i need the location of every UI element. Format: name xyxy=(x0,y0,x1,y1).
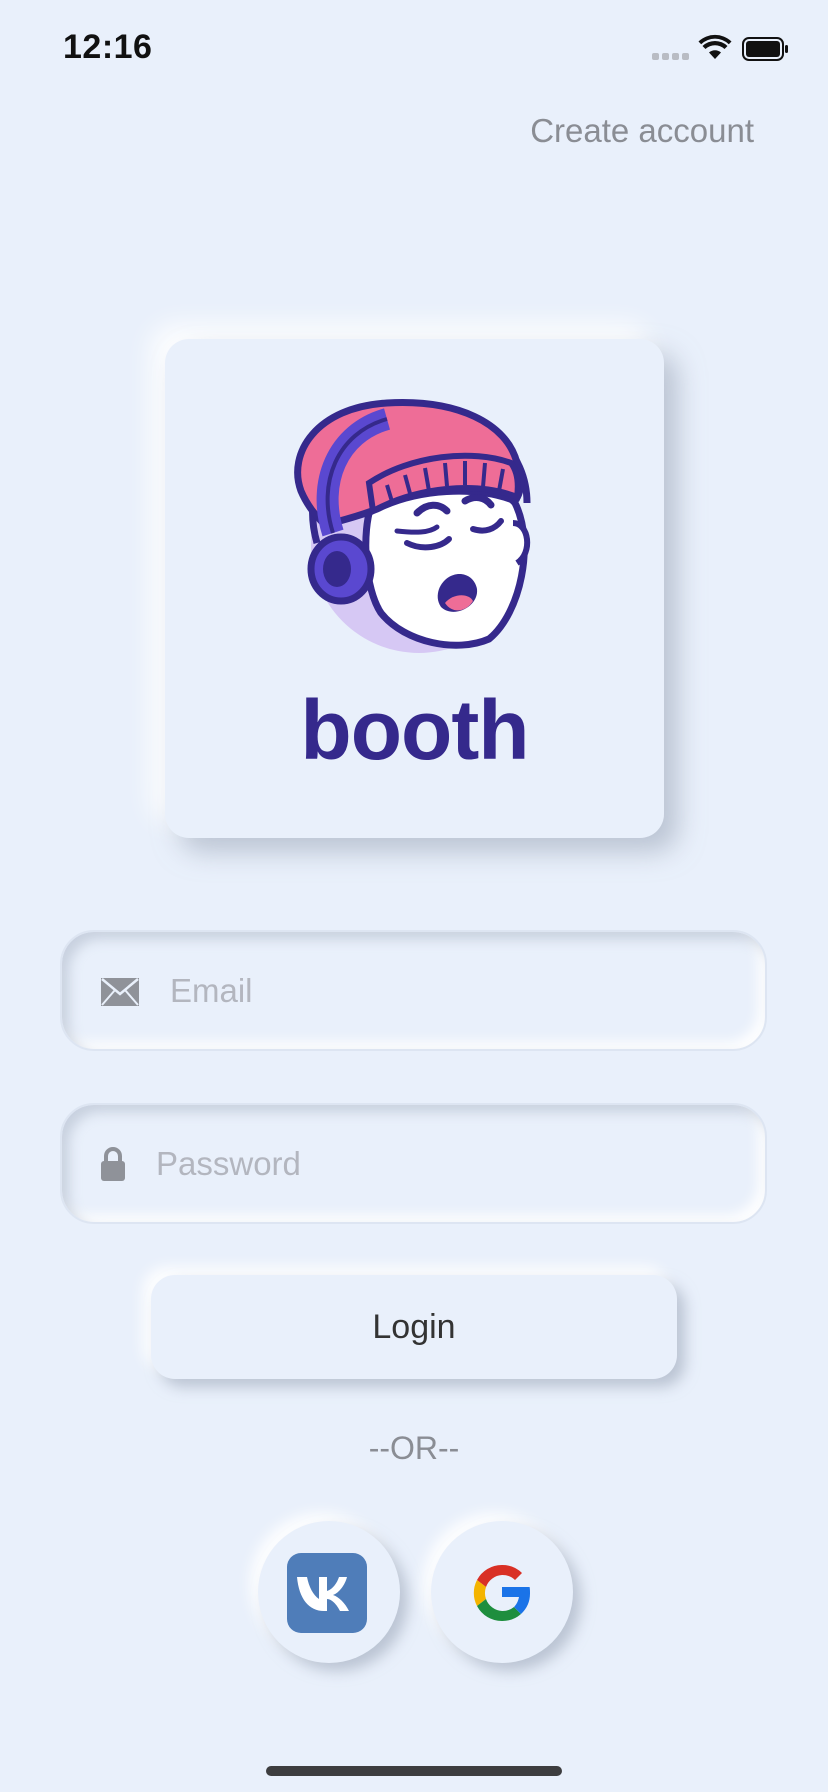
battery-icon xyxy=(742,37,788,61)
logo-card: booth xyxy=(165,339,664,838)
mail-icon xyxy=(101,978,139,1006)
or-divider: --OR-- xyxy=(368,1430,460,1466)
lock-icon xyxy=(101,1147,125,1181)
home-indicator[interactable] xyxy=(266,1766,562,1776)
status-bar: 12:16 xyxy=(0,0,828,100)
login-button[interactable]: Login xyxy=(151,1275,677,1379)
vk-login-button[interactable] xyxy=(258,1521,400,1663)
google-login-button[interactable] xyxy=(431,1521,573,1663)
cellular-signal-icon xyxy=(652,53,689,60)
email-field[interactable] xyxy=(60,930,767,1051)
create-account-link[interactable]: Create account xyxy=(530,112,754,150)
brand-wordmark: booth xyxy=(300,683,529,777)
password-input[interactable] xyxy=(154,1105,745,1222)
password-field[interactable] xyxy=(60,1103,767,1224)
email-input[interactable] xyxy=(168,932,745,1049)
status-time: 12:16 xyxy=(63,28,153,66)
vk-icon xyxy=(287,1553,367,1633)
booth-mascot-logo xyxy=(294,399,531,653)
wifi-icon xyxy=(698,34,732,59)
google-icon xyxy=(473,1564,531,1622)
